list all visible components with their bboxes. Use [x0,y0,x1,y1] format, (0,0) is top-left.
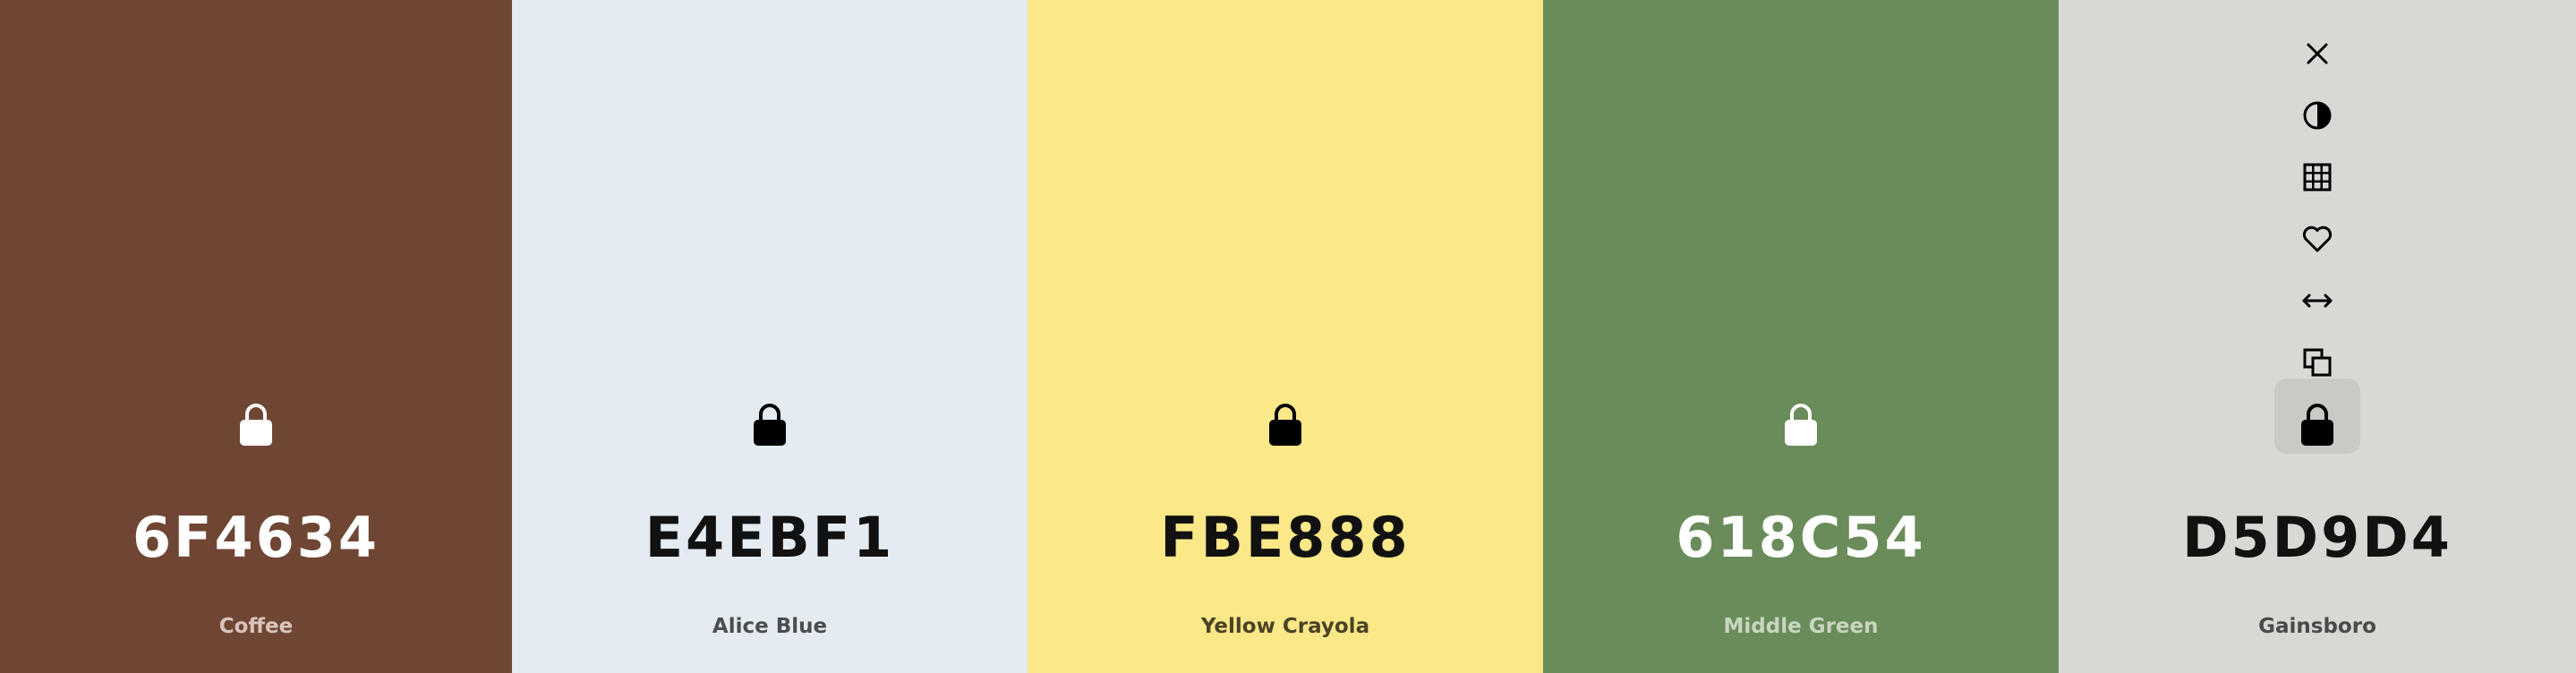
lock-icon[interactable] [1782,401,1820,447]
hex-code[interactable]: 618C54 [1543,510,2059,566]
drag-arrows-icon[interactable] [2290,274,2344,328]
heart-icon[interactable] [2290,212,2344,266]
close-icon[interactable] [2290,27,2344,81]
swatch-yellow-crayola[interactable]: FBE888 Yellow Crayola [1028,0,1543,673]
swatch-toolbar [2290,27,2344,397]
lock-icon[interactable] [1267,401,1304,447]
lock-icon[interactable] [2299,401,2336,447]
color-name: Alice Blue [712,615,828,638]
lock-icon[interactable] [751,401,789,447]
hex-code[interactable]: FBE888 [1028,510,1543,566]
hex-code[interactable]: 6F4634 [0,510,512,566]
lock-icon[interactable] [237,401,275,447]
swatch-middle-green[interactable]: 618C54 Middle Green [1543,0,2059,673]
color-name: Coffee [218,615,294,638]
contrast-icon[interactable] [2290,89,2344,142]
swatch-alice-blue[interactable]: E4EBF1 Alice Blue [512,0,1028,673]
hex-code[interactable]: D5D9D4 [2059,510,2576,566]
swatch-gainsboro[interactable]: D5D9D4 Gainsboro [2059,0,2576,673]
lock-button[interactable] [2274,379,2360,454]
shades-grid-icon[interactable] [2290,150,2344,204]
color-palette: 6F4634 Coffee E4EBF1 Alice Blue FBE888 Y… [0,0,2576,673]
hex-code[interactable]: E4EBF1 [512,510,1028,566]
swatch-coffee[interactable]: 6F4634 Coffee [0,0,512,673]
color-name: Middle Green [1723,615,1879,638]
color-name: Gainsboro [2258,615,2376,638]
color-name: Yellow Crayola [1200,615,1370,638]
